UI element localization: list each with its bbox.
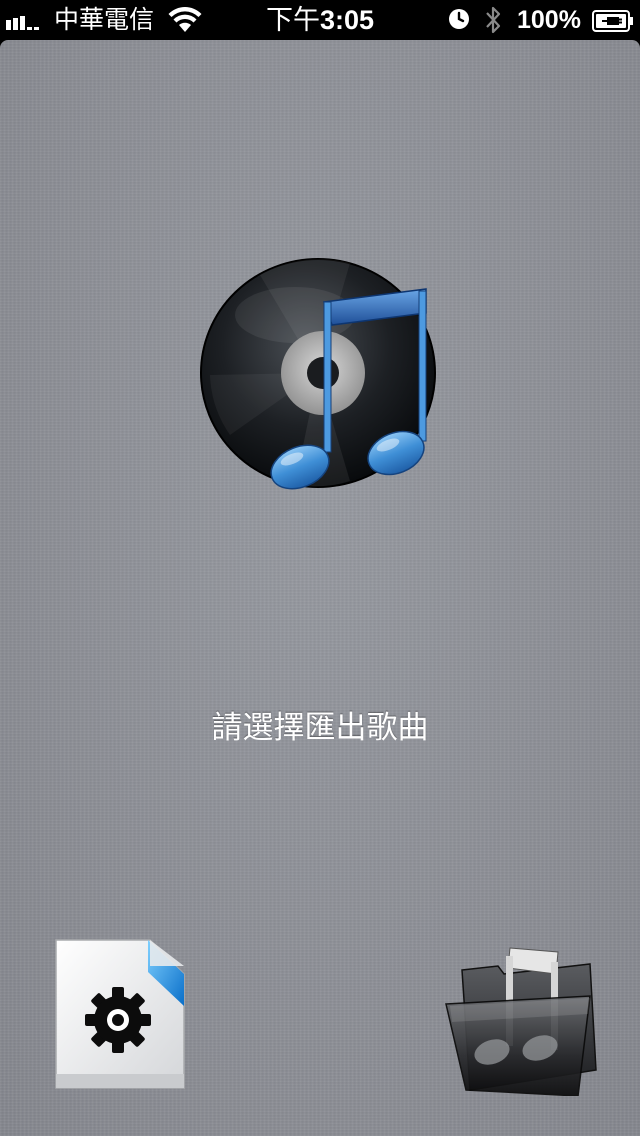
clock-time: 3:05: [319, 5, 375, 35]
settings-button[interactable]: [50, 936, 190, 1092]
app-screen: 中華電信 下午3:05 100% 請選擇匯出歌曲: [0, 0, 640, 1136]
music-disc-icon: [200, 258, 436, 490]
wifi-icon: [168, 7, 202, 32]
clock-period: 下午: [265, 5, 320, 36]
gear-icon: [85, 987, 151, 1053]
signal-icon: [6, 16, 39, 30]
bluetooth-icon: [486, 6, 501, 34]
alarm-icon: [449, 9, 469, 29]
carrier-name: 中華電信: [54, 5, 155, 34]
select-song-prompt: 請選擇匯出歌曲: [211, 710, 429, 746]
battery-charging-icon: [592, 10, 633, 32]
main-content: 請選擇匯出歌曲: [0, 40, 640, 1136]
battery-percent: 100%: [517, 6, 581, 34]
music-folder-button[interactable]: [440, 940, 600, 1096]
status-bar: 中華電信 下午3:05 100%: [0, 0, 640, 40]
